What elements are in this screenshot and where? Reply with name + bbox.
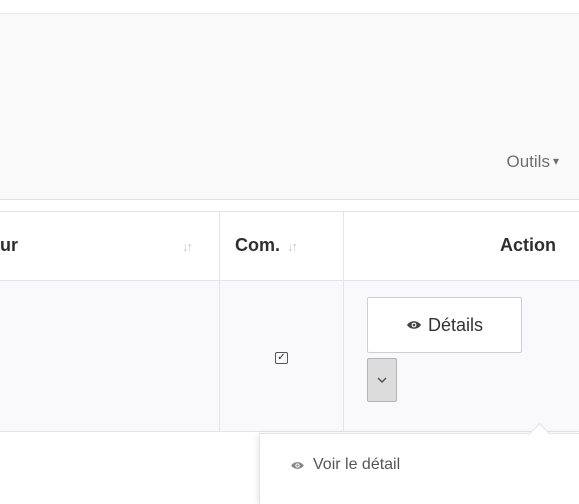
chevron-down-icon xyxy=(377,377,387,383)
column-header-label: Com. xyxy=(235,235,280,256)
menu-item-view-detail[interactable]: Voir le détail xyxy=(290,456,400,474)
caret-down-icon: ▾ xyxy=(553,154,559,168)
column-header-label: Action xyxy=(500,235,556,256)
column-header-action: Action xyxy=(344,212,579,281)
row-actions-dropdown: Voir le détail xyxy=(259,433,579,504)
data-table: ur ↓↑ Com. ↓↑ Action ✓ xyxy=(0,211,579,432)
column-header[interactable]: ur ↓↑ xyxy=(0,212,220,281)
table-header-row: ur ↓↑ Com. ↓↑ Action xyxy=(0,212,579,281)
eye-icon xyxy=(406,320,422,330)
sort-icon[interactable]: ↓↑ xyxy=(287,239,296,254)
column-header-label: ur xyxy=(0,235,18,256)
dropdown-toggle-button[interactable] xyxy=(367,358,397,402)
eye-icon xyxy=(290,461,305,470)
column-header-com[interactable]: Com. ↓↑ xyxy=(220,212,344,281)
table-row: ✓ Détails xyxy=(0,281,579,432)
tools-label: Outils xyxy=(507,152,550,171)
details-button-label: Détails xyxy=(428,315,483,336)
sort-icon[interactable]: ↓↑ xyxy=(182,239,191,254)
tools-dropdown[interactable]: Outils▾ xyxy=(507,152,560,172)
table-cell xyxy=(0,281,220,432)
table-cell-com: ✓ xyxy=(220,281,344,432)
toolbar: Outils▾ xyxy=(0,13,579,200)
menu-item-label: Voir le détail xyxy=(313,456,400,474)
table-cell-action: Détails xyxy=(344,281,579,432)
checkbox-icon: ✓ xyxy=(275,352,288,364)
details-button[interactable]: Détails xyxy=(367,297,522,353)
